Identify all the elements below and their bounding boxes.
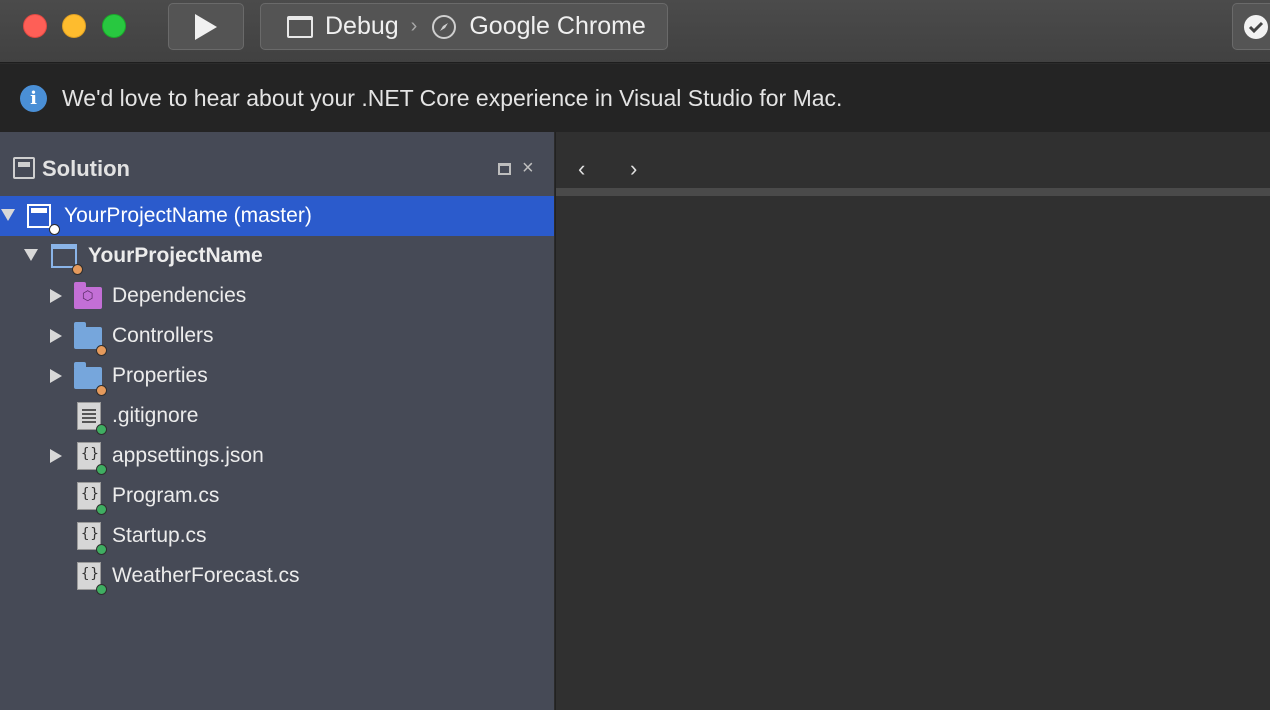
info-icon: i — [20, 84, 47, 112]
close-pad-button[interactable]: × — [522, 158, 534, 178]
close-window-button[interactable] — [23, 14, 47, 38]
tree-item-properties[interactable]: Properties — [0, 356, 554, 396]
tree-item-solution[interactable]: YourProjectName (master) — [0, 196, 554, 236]
window-icon — [287, 15, 313, 38]
modified-badge — [72, 264, 83, 275]
tree-item-controllers[interactable]: Controllers — [0, 316, 554, 356]
navigate-forward-button[interactable]: › — [630, 156, 637, 182]
tree-item-label: Dependencies — [112, 284, 247, 307]
editor-area: ‹ › — [555, 132, 1270, 710]
feedback-infobar: i We'd love to hear about your .NET Core… — [0, 64, 1270, 132]
modified-badge — [96, 345, 107, 356]
collapsed-arrow-icon[interactable] — [50, 449, 62, 463]
tree-item-label: Program.cs — [112, 484, 220, 507]
added-badge — [96, 544, 107, 555]
dock-pad-button[interactable] — [498, 163, 511, 175]
checkmark-circle-icon — [1244, 14, 1268, 39]
dependencies-folder-icon — [74, 282, 102, 309]
run-configuration-selector[interactable]: Debug › Google Chrome — [260, 3, 668, 50]
solution-pad-title: Solution — [42, 156, 130, 181]
solution-pad-icon — [13, 157, 35, 179]
tree-item-label: YourProjectName (master) — [64, 204, 312, 227]
added-badge — [96, 424, 107, 435]
solution-icon — [27, 204, 51, 228]
tree-item-label: appsettings.json — [112, 444, 264, 467]
tree-item-label: Properties — [112, 364, 208, 387]
added-badge — [96, 464, 107, 475]
target-browser-label[interactable]: Google Chrome — [469, 12, 645, 41]
navigate-back-button[interactable]: ‹ — [578, 156, 585, 182]
compass-icon — [432, 14, 457, 39]
modified-badge — [96, 385, 107, 396]
window-titlebar: Debug › Google Chrome — [0, 0, 1270, 63]
collapsed-arrow-icon[interactable] — [50, 329, 62, 343]
solution-pad-header: Solution × — [0, 132, 554, 196]
tree-item-startup[interactable]: Startup.cs — [0, 516, 554, 556]
tree-item-project[interactable]: YourProjectName — [0, 236, 554, 276]
tree-item-gitignore[interactable]: .gitignore — [0, 396, 554, 436]
minimize-window-button[interactable] — [62, 14, 86, 38]
infobar-message[interactable]: We'd love to hear about your .NET Core e… — [62, 85, 842, 112]
tree-item-label: Controllers — [112, 324, 214, 347]
tree-item-weatherforecast[interactable]: WeatherForecast.cs — [0, 556, 554, 596]
play-icon — [195, 13, 217, 40]
added-badge — [96, 584, 107, 595]
solution-tree: YourProjectName (master) YourProjectName… — [0, 196, 554, 596]
tree-item-label: Startup.cs — [112, 524, 207, 547]
tree-item-dependencies[interactable]: Dependencies — [0, 276, 554, 316]
editor-tab-strip — [556, 188, 1270, 196]
collapsed-arrow-icon[interactable] — [50, 289, 62, 303]
solution-status-badge — [49, 224, 60, 235]
run-button[interactable] — [168, 3, 244, 50]
tree-item-appsettings[interactable]: appsettings.json — [0, 436, 554, 476]
added-badge — [96, 504, 107, 515]
status-button[interactable] — [1232, 3, 1270, 50]
maximize-window-button[interactable] — [102, 14, 126, 38]
solution-pad: Solution × YourProjectName (master) Your… — [0, 132, 554, 710]
collapsed-arrow-icon[interactable] — [50, 369, 62, 383]
expand-arrow-icon[interactable] — [1, 209, 15, 221]
configuration-label[interactable]: Debug — [325, 12, 399, 41]
tree-item-label: WeatherForecast.cs — [112, 564, 300, 587]
tree-item-program[interactable]: Program.cs — [0, 476, 554, 516]
tree-item-label: .gitignore — [112, 404, 199, 427]
tree-item-label: YourProjectName — [88, 244, 263, 267]
chevron-right-icon: › — [410, 15, 418, 37]
expand-arrow-icon[interactable] — [24, 249, 38, 261]
